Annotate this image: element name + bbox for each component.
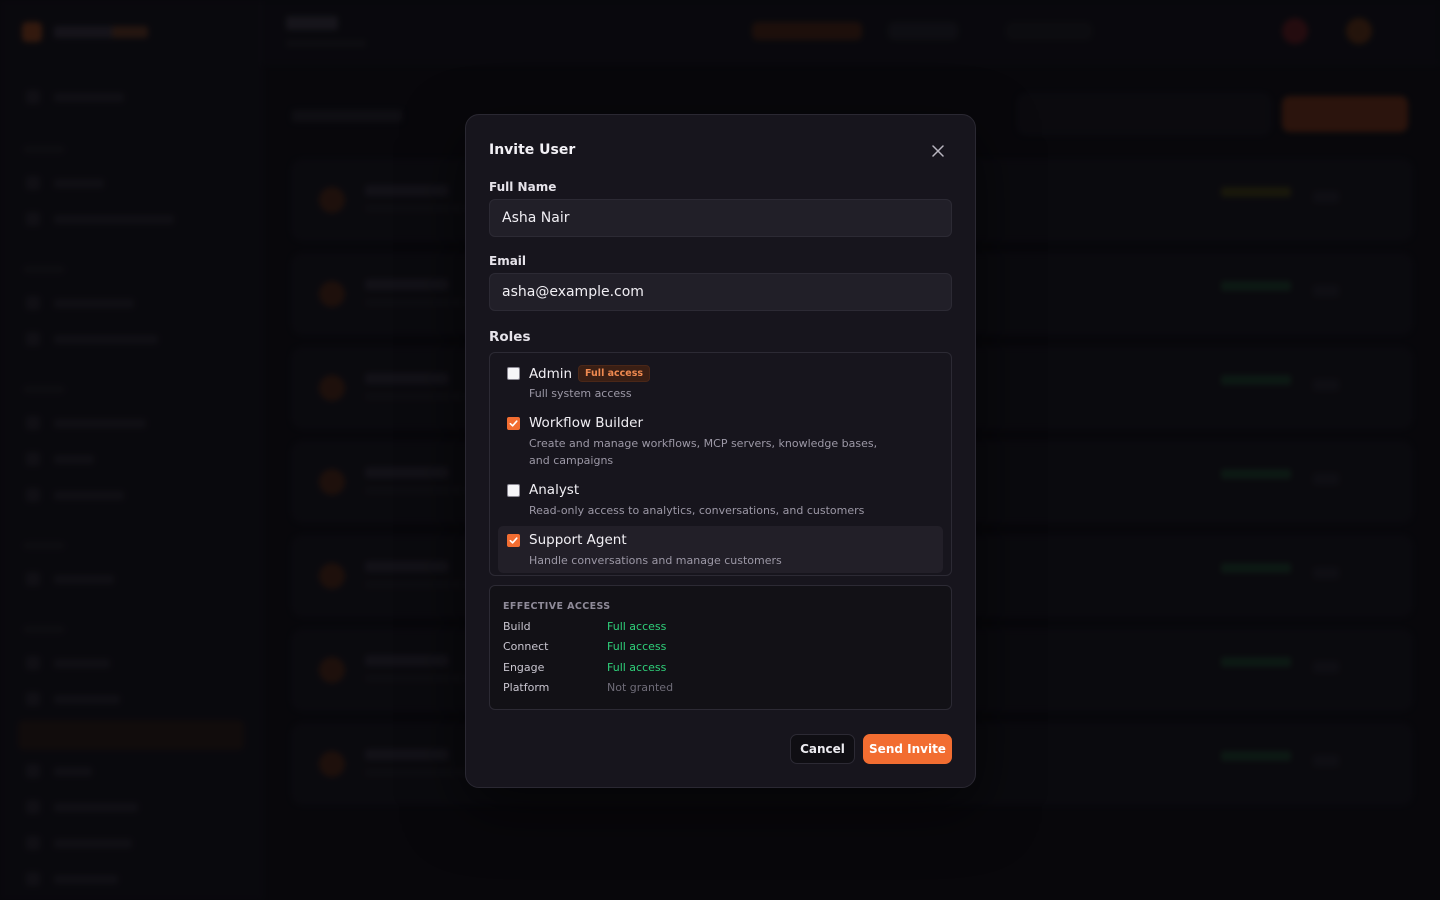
role-analyst-name: Analyst <box>529 482 580 498</box>
role-workflow-builder[interactable]: Workflow Builder Create and manage workf… <box>498 411 943 471</box>
access-status: Full access <box>607 661 667 674</box>
role-support-agent-description: Handle conversations and manage customer… <box>529 554 782 567</box>
access-area: Engage <box>503 661 545 674</box>
role-workflow-builder-description: Create and manage workflows, MCP servers… <box>529 437 878 467</box>
access-area: Connect <box>503 640 549 653</box>
access-status: Not granted <box>607 681 674 694</box>
full-name-input[interactable] <box>489 199 952 237</box>
checkmark-icon <box>509 537 518 544</box>
invite-user-modal: Invite User Full Name Email Roles Admin … <box>465 114 976 788</box>
effective-access-heading: EFFECTIVE ACCESS <box>503 601 611 612</box>
close-icon <box>932 145 944 157</box>
full-access-badge: Full access <box>578 365 651 382</box>
cancel-button[interactable]: Cancel <box>790 734 855 764</box>
role-support-agent-checkbox[interactable] <box>507 534 520 547</box>
access-status: Full access <box>607 620 667 633</box>
role-analyst-title: Analyst <box>529 482 579 498</box>
effective-access-panel: EFFECTIVE ACCESS Build Full access Conne… <box>489 585 952 710</box>
role-analyst-checkbox[interactable] <box>507 484 520 497</box>
role-support-agent-title: Support Agent <box>529 532 627 548</box>
roles-label: Roles <box>489 329 531 345</box>
role-workflow-builder-name: Workflow Builder <box>529 415 644 431</box>
access-area: Build <box>503 620 531 633</box>
role-analyst-description: Read-only access to analytics, conversat… <box>529 504 865 517</box>
role-admin-checkbox[interactable] <box>507 367 520 380</box>
full-name-label: Full Name <box>489 180 557 194</box>
checkmark-icon <box>509 420 518 427</box>
access-area: Platform <box>503 681 550 694</box>
role-workflow-builder-title: Workflow Builder <box>529 415 643 431</box>
role-admin[interactable]: Admin Full access Full system access <box>498 361 943 405</box>
roles-list: Admin Full access Full system access Wor… <box>489 352 952 576</box>
role-admin-description: Full system access <box>529 387 632 400</box>
close-button[interactable] <box>929 142 947 160</box>
role-analyst[interactable]: Analyst Read-only access to analytics, c… <box>498 478 943 522</box>
role-workflow-builder-checkbox[interactable] <box>507 417 520 430</box>
email-label: Email <box>489 254 527 268</box>
role-admin-name: Admin <box>529 365 573 382</box>
role-support-agent-name: Support Agent <box>529 532 627 548</box>
email-input[interactable] <box>489 273 952 311</box>
modal-title: Invite User <box>489 142 576 158</box>
send-invite-button[interactable]: Send Invite <box>863 734 952 764</box>
role-support-agent[interactable]: Support Agent Handle conversations and m… <box>498 526 943 573</box>
role-admin-title: Admin Full access <box>529 365 651 382</box>
access-status: Full access <box>607 640 667 653</box>
